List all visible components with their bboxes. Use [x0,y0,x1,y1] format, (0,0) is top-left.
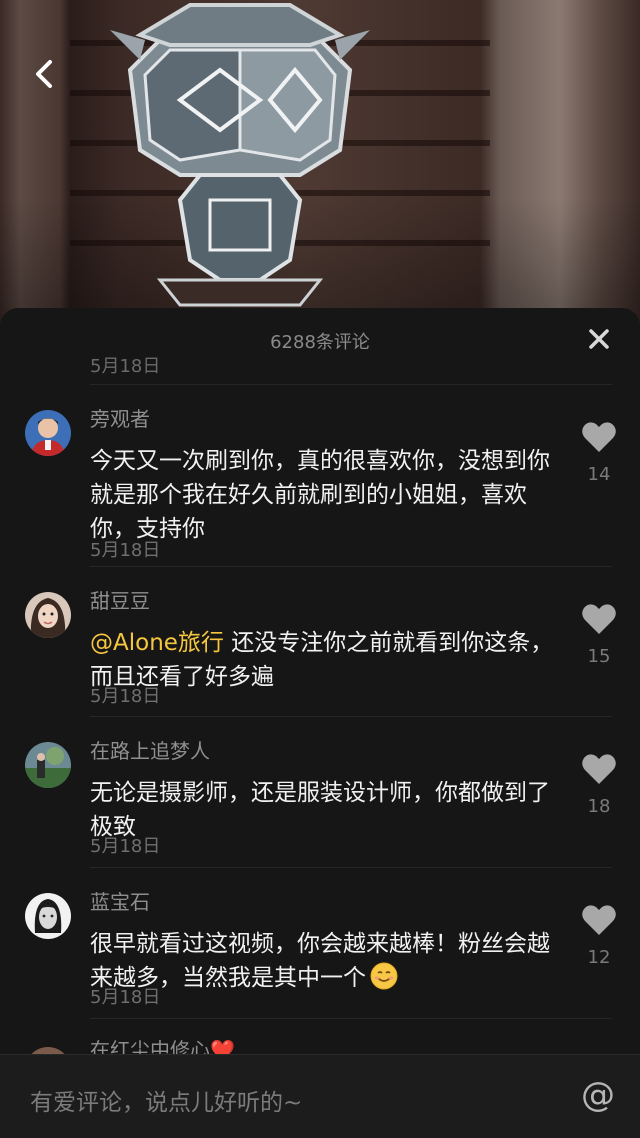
back-arrow-icon[interactable] [26,56,62,92]
comment-text-body: 很早就看过这视频，你会越来越棒！粉丝会越来越多，当然我是其中一个 [90,931,550,991]
comment-date: 5月18日 [90,540,161,561]
comment-item[interactable]: 旁观者 今天又一次刷到你，真的很喜欢你，没想到你就是那个我在好久前就刷到的小姐姐… [0,406,640,561]
comment-date: 5月18日 [90,987,161,1008]
divider [90,716,612,717]
avatar-woman-icon [25,893,71,939]
heart-icon[interactable] [580,420,618,454]
close-icon[interactable] [584,324,614,354]
like-count: 14 [587,464,611,485]
comment-author[interactable]: 蓝宝石 [90,889,150,915]
screen: 6288条评论 5月18日 旁观者 今天又一次刷到你，真的很喜欢你，没想到你就是… [0,0,640,1138]
partial-date: 5月18日 [90,356,161,377]
like-count: 15 [587,646,611,667]
like-count: 12 [587,947,611,968]
avatar-man-icon [25,410,71,456]
divider [90,867,612,868]
comment-date: 5月18日 [90,686,161,707]
divider [90,1018,612,1019]
avatar[interactable] [25,742,71,788]
heart-icon[interactable] [580,903,618,937]
heart-icon[interactable] [580,602,618,636]
comment-input-bar: 有爱评论，说点儿好听的~ @ [0,1054,640,1138]
comment-text: @Alone旅行 还没专注你之前就看到你这条，而且还看了好多遍 [90,626,560,694]
mention-link[interactable]: @Alone旅行 [90,630,224,656]
comment-author[interactable]: 旁观者 [90,406,150,432]
avatar-landscape-icon [25,742,71,788]
comment-list[interactable]: 5月18日 旁观者 今天又一次刷到你，真的很喜欢你，没想到你就是那个我在好久前就… [0,354,640,1060]
comment-input[interactable]: 有爱评论，说点儿好听的~ [30,1083,302,1117]
comment-count-title: 6288条评论 [270,332,370,353]
avatar[interactable] [25,893,71,939]
comment-item[interactable]: 蓝宝石 很早就看过这视频，你会越来越棒！粉丝会越来越多，当然我是其中一个 5月1… [0,889,640,1019]
divider [90,384,612,385]
comment-date: 5月18日 [90,836,161,857]
smiling-face-emoji-icon [370,962,398,990]
divider [90,566,612,567]
comment-author[interactable]: 在路上追梦人 [90,738,210,764]
avatar-girl-icon [25,592,71,638]
comment-panel: 6288条评论 5月18日 旁观者 今天又一次刷到你，真的很喜欢你，没想到你就是… [0,308,640,1138]
avatar[interactable] [25,592,71,638]
at-mention-icon[interactable]: @ [578,1075,618,1115]
lantern-image [110,3,370,307]
comment-text: 很早就看过这视频，你会越来越棒！粉丝会越来越多，当然我是其中一个 [90,927,560,995]
comment-item[interactable]: 甜豆豆 @Alone旅行 还没专注你之前就看到你这条，而且还看了好多遍 5月18… [0,588,640,718]
comment-item[interactable]: 在路上追梦人 无论是摄影师，还是服装设计师，你都做到了极致 5月18日 18 [0,738,640,868]
video-background[interactable] [0,0,640,330]
avatar[interactable] [25,410,71,456]
comment-text: 今天又一次刷到你，真的很喜欢你，没想到你就是那个我在好久前就刷到的小姐姐，喜欢你… [90,448,550,542]
heart-icon[interactable] [580,752,618,786]
like-count: 18 [587,796,611,817]
comment-author[interactable]: 甜豆豆 [90,588,150,614]
comment-text: 无论是摄影师，还是服装设计师，你都做到了极致 [90,780,550,840]
